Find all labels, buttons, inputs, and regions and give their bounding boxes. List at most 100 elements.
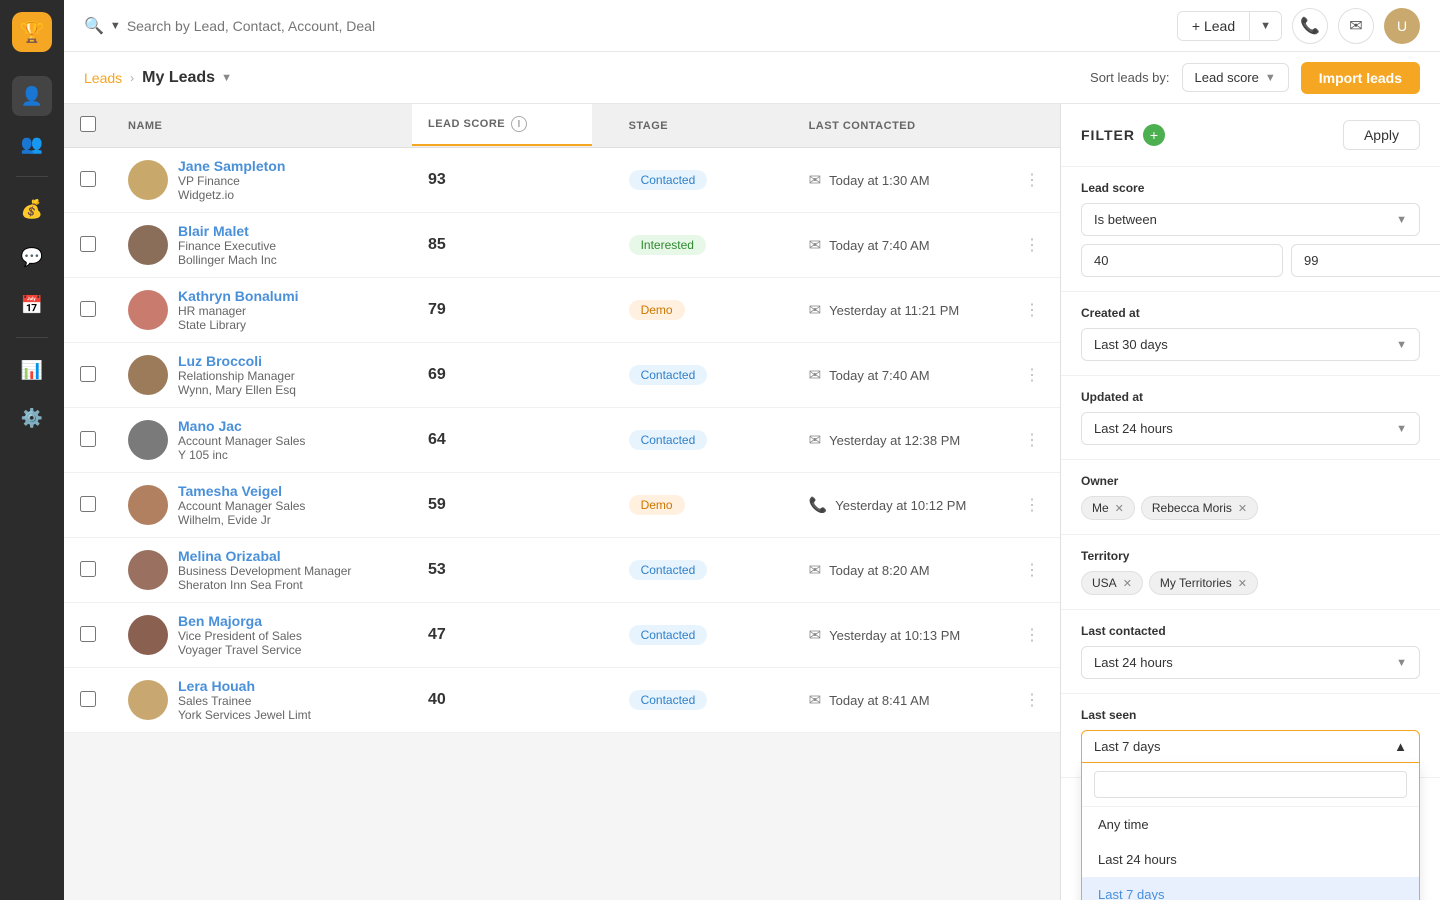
created-at-label: Created at [1081, 306, 1420, 320]
row-checkbox-cell [64, 343, 112, 408]
sidebar-item-settings[interactable]: ⚙️ [12, 398, 52, 438]
lead-title: Account Manager Sales [178, 434, 305, 448]
table-row: Melina Orizabal Business Development Man… [64, 538, 1060, 603]
select-all-checkbox[interactable] [80, 116, 96, 132]
sidebar-item-reports[interactable]: 📊 [12, 350, 52, 390]
lead-name-cell: Blair Malet Finance Executive Bollinger … [112, 213, 412, 278]
filter-section-last-contacted: Last contacted Last 24 hours ▼ [1061, 610, 1440, 694]
contacted-icon: ✉ [809, 366, 822, 384]
owner-tag-rebecca-remove[interactable]: ✕ [1238, 502, 1247, 515]
last-seen-option-last-24-hours[interactable]: Last 24 hours [1082, 842, 1419, 877]
lead-name[interactable]: Ben Majorga [178, 613, 302, 629]
col-header-score: LEAD SCORE i [412, 104, 592, 146]
sort-select[interactable]: Lead score ▼ [1182, 63, 1289, 92]
last-contacted-label: Last contacted [1081, 624, 1420, 638]
breadcrumb-current[interactable]: My Leads ▼ [142, 69, 232, 87]
row-checkbox[interactable] [80, 691, 96, 707]
sidebar-item-deals[interactable]: 💰 [12, 189, 52, 229]
row-checkbox[interactable] [80, 301, 96, 317]
phone-icon-button[interactable]: 📞 [1292, 8, 1328, 44]
last-seen-option-last-7-days[interactable]: Last 7 days [1082, 877, 1419, 900]
lead-name[interactable]: Kathryn Bonalumi [178, 288, 299, 304]
lead-name-cell: Lera Houah Sales Trainee York Services J… [112, 668, 412, 733]
last-seen-search-input[interactable] [1094, 771, 1407, 798]
lead-name[interactable]: Jane Sampleton [178, 158, 285, 174]
owner-tag-me-text: Me [1092, 501, 1109, 515]
filter-section-lead-score: Lead score Is between ▼ [1061, 167, 1440, 292]
contacted-time: Today at 8:20 AM [829, 563, 929, 578]
owner-tag-me-remove[interactable]: ✕ [1115, 502, 1124, 515]
row-menu-button[interactable]: ⋮ [1020, 172, 1044, 189]
row-checkbox[interactable] [80, 431, 96, 447]
lead-name[interactable]: Mano Jac [178, 418, 305, 434]
row-checkbox[interactable] [80, 626, 96, 642]
lead-name-cell: Mano Jac Account Manager Sales Y 105 inc [112, 408, 412, 473]
lead-score-min-input[interactable] [1081, 244, 1283, 277]
lead-name[interactable]: Tamesha Veigel [178, 483, 305, 499]
row-menu-button[interactable]: ⋮ [1020, 692, 1044, 709]
last-seen-select[interactable]: Last 7 days ▲ [1081, 730, 1420, 763]
add-lead-button[interactable]: + Lead [1178, 12, 1249, 40]
updated-at-select[interactable]: Last 24 hours ▼ [1081, 412, 1420, 445]
lead-company: Bollinger Mach Inc [178, 253, 277, 267]
row-checkbox[interactable] [80, 171, 96, 187]
search-icon[interactable]: 🔍 [84, 16, 104, 36]
lead-score-label: LEAD SCORE [428, 118, 505, 130]
lead-name[interactable]: Luz Broccoli [178, 353, 296, 369]
lead-stage-cell: Contacted [613, 668, 793, 733]
sidebar: 🏆 👤 👥 💰 💬 📅 📊 ⚙️ [0, 0, 64, 900]
row-checkbox[interactable] [80, 561, 96, 577]
sidebar-item-calendar[interactable]: 📅 [12, 285, 52, 325]
contacted-time: Yesterday at 11:21 PM [829, 303, 959, 318]
territory-tag-usa: USA ✕ [1081, 571, 1143, 595]
search-input[interactable] [127, 18, 427, 34]
apply-button[interactable]: Apply [1343, 120, 1420, 150]
lead-score-filter-label: Lead score [1081, 181, 1420, 195]
last-seen-option-any-time[interactable]: Any time [1082, 807, 1419, 842]
add-lead-dropdown-button[interactable]: ▼ [1250, 14, 1281, 38]
row-menu-button[interactable]: ⋮ [1020, 302, 1044, 319]
row-checkbox[interactable] [80, 236, 96, 252]
row-menu-button[interactable]: ⋮ [1020, 497, 1044, 514]
created-at-select[interactable]: Last 30 days ▼ [1081, 328, 1420, 361]
row-menu-button[interactable]: ⋮ [1020, 627, 1044, 644]
mail-icon-button[interactable]: ✉ [1338, 8, 1374, 44]
lead-score-cell: 79 [412, 278, 613, 343]
row-menu-button[interactable]: ⋮ [1020, 237, 1044, 254]
owner-tags: Me ✕ Rebecca Moris ✕ [1081, 496, 1420, 520]
lead-score-max-input[interactable] [1291, 244, 1440, 277]
sidebar-item-user[interactable]: 👤 [12, 76, 52, 116]
lead-score-value: 47 [428, 626, 446, 643]
lead-row-menu-cell: ⋮ [1004, 473, 1060, 538]
lead-contacted-cell: ✉ Yesterday at 11:21 PM [793, 278, 1004, 343]
lead-score-condition-chevron: ▼ [1396, 214, 1407, 226]
filter-panel: FILTER + Apply Lead score Is between ▼ [1060, 104, 1440, 900]
lead-name[interactable]: Blair Malet [178, 223, 277, 239]
search-dropdown-icon[interactable]: ▼ [110, 20, 121, 32]
row-menu-button[interactable]: ⋮ [1020, 367, 1044, 384]
lead-name[interactable]: Lera Houah [178, 678, 311, 694]
breadcrumb-leads[interactable]: Leads [84, 70, 122, 86]
import-leads-button[interactable]: Import leads [1301, 62, 1420, 94]
sidebar-item-messages[interactable]: 💬 [12, 237, 52, 277]
col-header-name: NAME [112, 104, 412, 148]
lead-score-cell: 69 [412, 343, 613, 408]
filter-add-button[interactable]: + [1143, 124, 1165, 146]
user-avatar-nav[interactable]: U [1384, 8, 1420, 44]
row-checkbox[interactable] [80, 366, 96, 382]
lead-name[interactable]: Melina Orizabal [178, 548, 351, 564]
lead-score-value: 79 [428, 301, 446, 318]
row-menu-button[interactable]: ⋮ [1020, 562, 1044, 579]
territory-tag-usa-remove[interactable]: ✕ [1123, 577, 1132, 590]
last-contacted-select[interactable]: Last 24 hours ▼ [1081, 646, 1420, 679]
lead-score-condition-select[interactable]: Is between ▼ [1081, 203, 1420, 236]
last-seen-chevron-icon: ▲ [1394, 739, 1407, 754]
row-menu-button[interactable]: ⋮ [1020, 432, 1044, 449]
territory-tag-my-territories-remove[interactable]: ✕ [1238, 577, 1247, 590]
top-nav-right: + Lead ▼ 📞 ✉ U [1177, 8, 1420, 44]
app-logo[interactable]: 🏆 [12, 12, 52, 52]
sidebar-item-contacts[interactable]: 👥 [12, 124, 52, 164]
row-checkbox[interactable] [80, 496, 96, 512]
lead-row-menu-cell: ⋮ [1004, 408, 1060, 473]
sort-area: Sort leads by: Lead score ▼ Import leads [1090, 62, 1420, 94]
